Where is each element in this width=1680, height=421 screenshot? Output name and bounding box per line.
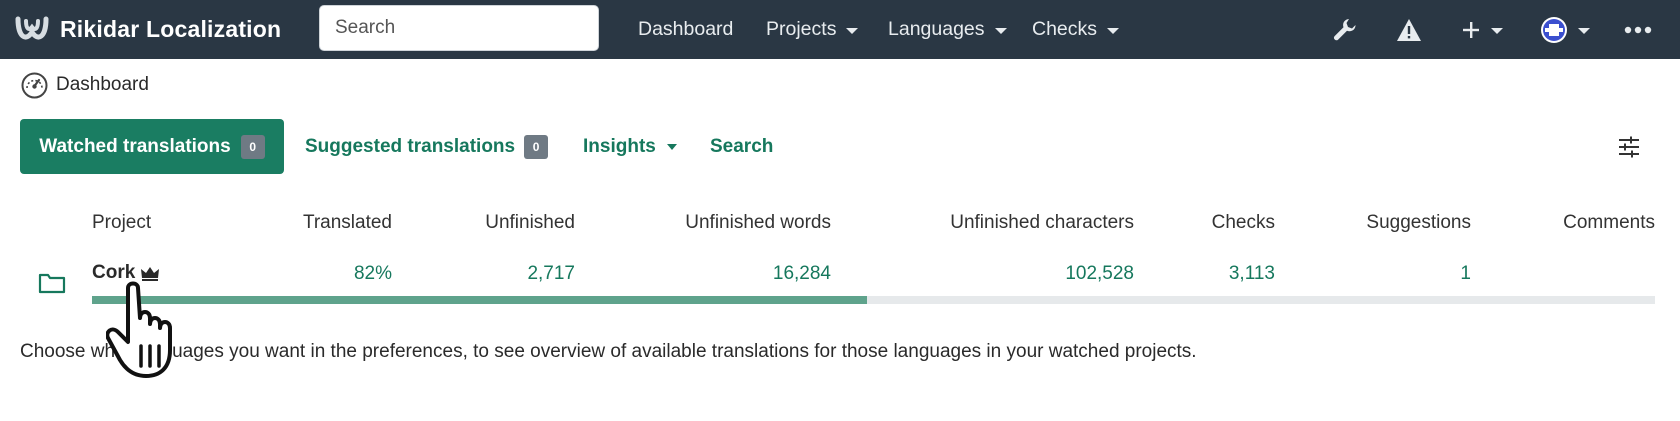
nav-projects-label: Projects: [766, 18, 837, 40]
chevron-down-icon: [666, 143, 677, 150]
project-link-cork[interactable]: Cork: [92, 262, 160, 284]
chevron-down-icon: [846, 27, 859, 34]
more-horizontal-icon: [1624, 26, 1652, 33]
breadcrumb: Dashboard: [21, 70, 149, 100]
weblate-logo-icon: [15, 16, 49, 40]
chevron-down-icon: [1491, 27, 1503, 34]
column-header-unfinished[interactable]: Unfinished: [485, 212, 575, 234]
add-menu-button[interactable]: [1461, 0, 1503, 59]
sliders-icon: [1619, 136, 1639, 158]
column-header-unfinished-characters[interactable]: Unfinished characters: [950, 212, 1134, 234]
tab-search-label: Search: [710, 135, 774, 157]
tab-watched-translations[interactable]: Watched translations 0: [20, 119, 284, 174]
column-header-comments[interactable]: Comments: [1563, 212, 1655, 234]
crown-icon: [141, 267, 160, 281]
tab-insights[interactable]: Insights: [583, 119, 677, 174]
column-header-project[interactable]: Project: [92, 212, 151, 234]
wrench-button[interactable]: [1332, 0, 1358, 59]
tab-watched-label: Watched translations: [39, 135, 231, 157]
column-header-translated[interactable]: Translated: [303, 212, 392, 234]
info-text: Choose what languages you want in the pr…: [20, 341, 1197, 362]
more-menu-button[interactable]: [1624, 0, 1652, 59]
table-settings-button[interactable]: [1618, 136, 1640, 163]
column-header-checks[interactable]: Checks: [1212, 212, 1275, 234]
folder-icon[interactable]: [38, 272, 66, 299]
breadcrumb-label[interactable]: Dashboard: [56, 74, 149, 96]
nav-dashboard-label: Dashboard: [638, 18, 734, 40]
chevron-down-icon: [1578, 27, 1590, 34]
watched-count-badge: 0: [240, 134, 265, 159]
nav-projects[interactable]: Projects: [766, 0, 859, 59]
cell-checks[interactable]: 3,113: [1229, 263, 1275, 285]
tab-suggested-label: Suggested translations: [305, 135, 516, 157]
tab-suggested-translations[interactable]: Suggested translations 0: [305, 119, 549, 174]
user-menu-button[interactable]: [1540, 0, 1590, 59]
nav-checks-label: Checks: [1032, 18, 1098, 40]
column-header-unfinished-words[interactable]: Unfinished words: [685, 212, 831, 234]
search-input[interactable]: [319, 5, 599, 51]
cell-suggestions[interactable]: 1: [1460, 263, 1471, 285]
nav-languages-label: Languages: [888, 18, 985, 40]
cell-unfinished-characters[interactable]: 102,528: [1065, 263, 1134, 285]
cell-unfinished[interactable]: 2,717: [527, 263, 575, 285]
wrench-icon: [1334, 18, 1356, 40]
nav-languages[interactable]: Languages: [888, 0, 1007, 59]
column-header-suggestions[interactable]: Suggestions: [1366, 212, 1471, 234]
brand[interactable]: Rikidar Localization: [14, 0, 281, 59]
plus-icon: [1463, 21, 1479, 38]
project-name: Cork: [92, 262, 136, 283]
cell-unfinished-words[interactable]: 16,284: [773, 263, 831, 285]
alerts-button[interactable]: [1396, 0, 1422, 59]
cell-translated[interactable]: 82%: [354, 263, 392, 285]
translation-progress-bar: [92, 296, 1655, 304]
brand-name: Rikidar Localization: [60, 16, 282, 42]
chevron-down-icon: [1107, 27, 1120, 34]
translation-progress-fill: [92, 296, 868, 304]
suggested-count-badge: 0: [524, 134, 549, 159]
tab-insights-label: Insights: [583, 135, 656, 157]
dashboard-gauge-icon: [21, 72, 48, 98]
tab-search[interactable]: Search: [710, 119, 773, 174]
nav-dashboard[interactable]: Dashboard: [638, 0, 733, 59]
nav-checks[interactable]: Checks: [1032, 0, 1120, 59]
top-navbar: Rikidar Localization Dashboard Projects …: [0, 0, 1680, 59]
warning-icon: [1397, 18, 1421, 41]
chevron-down-icon: [994, 27, 1007, 34]
avatar: [1541, 16, 1567, 43]
hand-pointer-cursor-icon: [106, 281, 172, 378]
